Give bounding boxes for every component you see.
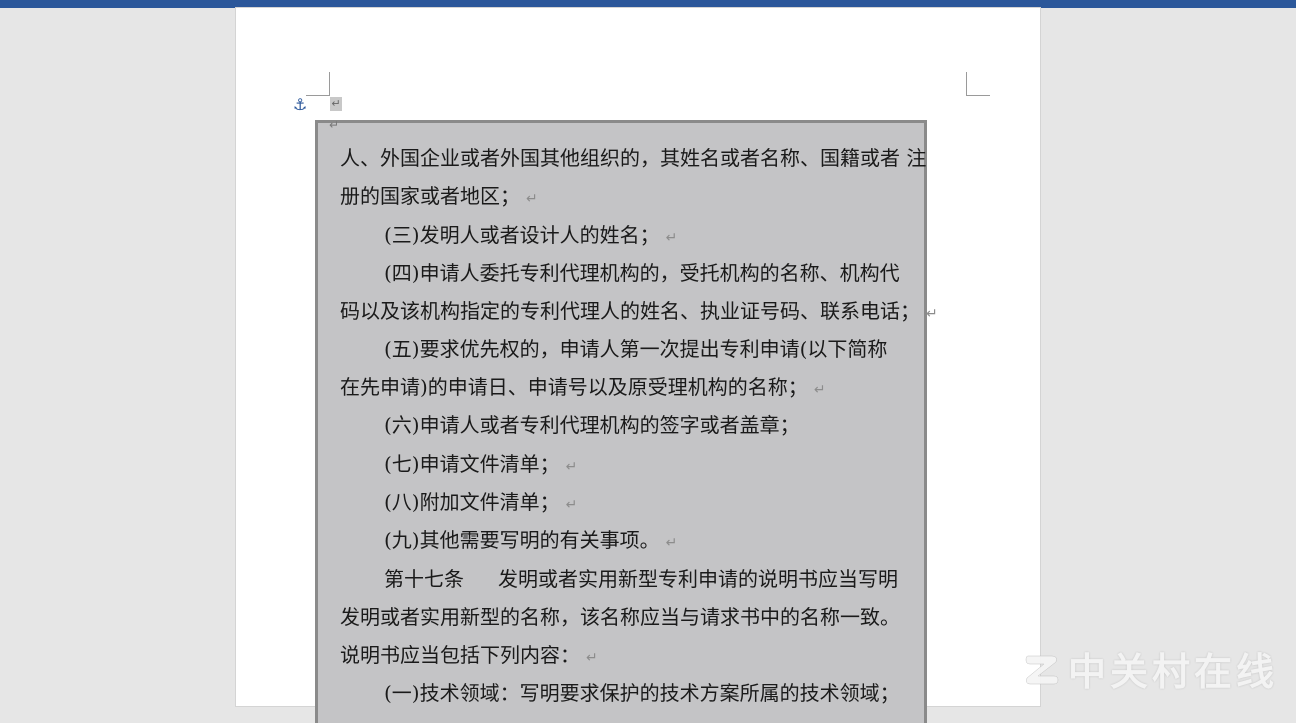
document-line[interactable]: (五)要求优先权的，申请人第一次提出专利申请(以下简称 [384,330,887,368]
document-line[interactable]: (三)发明人或者设计人的姓名； ↵ [384,216,677,254]
line-text: (六)申请人或者专利代理机构的签字或者盖章； [384,413,800,437]
title-bar [0,0,1296,8]
line-text: 码以及该机构指定的专利代理人的姓名、执业证号码、联系电话； [340,299,920,323]
paragraph-mark: ↵ [565,459,578,475]
line-text: (三)发明人或者设计人的姓名； [384,223,660,247]
paragraph-mark: ↵ [329,118,340,132]
paragraph-mark: ↵ [665,230,678,246]
document-line[interactable]: 说明书应当包括下列内容： ↵ [340,636,598,674]
document-line[interactable]: 在先申请)的申请日、申请号以及原受理机构的名称； ↵ [340,368,826,406]
article-number: 第十七条 [384,567,464,591]
line-text: (八)附加文件清单； [384,490,560,514]
watermark-text: 中关村在线 [1068,649,1279,694]
document-line[interactable]: 人、外国企业或者外国其他组织的，其姓名或者名称、国籍或者 注 [340,139,926,177]
margin-corner-mark [966,72,967,96]
line-text: (四)申请人委托专利代理机构的，受托机构的名称、机构代 [384,261,900,285]
line-text: (七)申请文件清单； [384,452,560,476]
document-line[interactable]: (八)附加文件清单； ↵ [384,483,577,521]
line-text: (五)要求优先权的，申请人第一次提出专利申请(以下简称 [384,337,888,361]
line-text: 在先申请)的申请日、申请号以及原受理机构的名称； [340,375,808,399]
margin-corner-mark [329,72,330,96]
line-text: 册的国家或者地区； [340,184,520,208]
line-text: 发明或者实用新型专利申请的说明书应当写明 [498,567,898,591]
line-text: 发明或者实用新型的名称，该名称应当与请求书中的名称一致。 [340,605,900,629]
watermark: 中关村在线 [1022,644,1278,694]
paragraph-mark: ↵ [586,650,598,666]
zol-logo-icon [1022,648,1062,688]
margin-corner-mark [966,95,990,96]
document-line[interactable]: 码以及该机构指定的专利代理人的姓名、执业证号码、联系电话； ↵ [340,292,938,330]
paragraph-mark: ↵ [665,535,678,551]
paragraph-mark: ↵ [526,191,538,207]
line-text: 人、外国企业或者外国其他组织的，其姓名或者名称、国籍或者 注 [340,146,927,170]
document-line[interactable]: (九)其他需要写明的有关事项。 ↵ [384,521,677,559]
paragraph-mark: ↵ [926,306,938,322]
paragraph-mark: ↵ [330,97,342,111]
document-line[interactable]: 第十七条 发明或者实用新型专利申请的说明书应当写明 [384,560,898,598]
document-line[interactable]: (六)申请人或者专利代理机构的签字或者盖章； [384,406,800,444]
document-line[interactable]: 发明或者实用新型的名称，该名称应当与请求书中的名称一致。 [340,598,900,636]
document-line[interactable]: (七)申请文件清单； ↵ [384,445,577,483]
document-line[interactable]: 册的国家或者地区； ↵ [340,177,538,215]
line-text: (九)其他需要写明的有关事项。 [384,528,660,552]
anchor-icon[interactable]: ⚓ [293,96,311,114]
document-line[interactable]: (四)申请人委托专利代理机构的，受托机构的名称、机构代 [384,254,900,292]
line-text: (一)技术领域：写明要求保护的技术方案所属的技术领域； [384,681,900,705]
line-text: 说明书应当包括下列内容： [340,643,580,667]
paragraph-mark: ↵ [565,497,578,513]
paragraph-mark: ↵ [813,382,826,398]
document-line[interactable]: (一)技术领域：写明要求保护的技术方案所属的技术领域； [384,674,900,712]
